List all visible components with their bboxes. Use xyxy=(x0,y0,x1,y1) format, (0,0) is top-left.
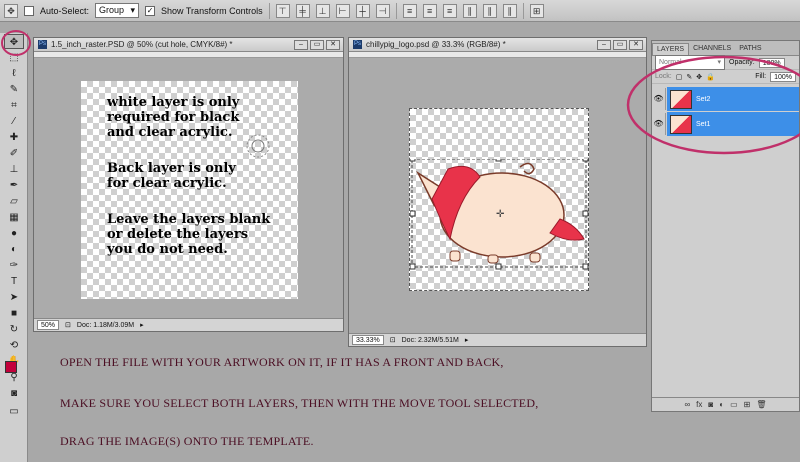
note-white-layer: white layer is only required for black a… xyxy=(107,95,240,140)
layer-name[interactable]: Set1 xyxy=(696,121,710,128)
distribute-vcenter-icon[interactable]: ≡ xyxy=(422,3,437,18)
show-transform-checkbox[interactable]: ✓ xyxy=(145,5,156,16)
instruction-line-3: DRAG THE IMAGE(S) ONTO THE TEMPLATE. xyxy=(60,434,314,448)
maximize-button[interactable]: ▭ xyxy=(613,39,627,50)
document-window-raster[interactable]: Ps 1.5_inch_raster.PSD @ 50% (cut hole, … xyxy=(33,37,344,332)
instruction-line-1: OPEN THE FILE WITH YOUR ARTWORK ON IT, I… xyxy=(60,355,504,369)
screen-mode-icon[interactable]: ▭ xyxy=(4,404,24,419)
layer-style-icon[interactable]: fx xyxy=(696,400,702,409)
cut-hole-marker xyxy=(246,134,270,158)
align-hcenter-icon[interactable]: ┼ xyxy=(355,3,370,18)
options-separator xyxy=(395,2,397,19)
healing-tool-icon[interactable]: ✚ xyxy=(4,130,24,145)
document-title: chillypig_logo.psd @ 33.3% (RGB/8#) * xyxy=(366,40,506,49)
options-bar: ✥ Auto-Select: Group ✓ Show Transform Co… xyxy=(0,0,800,22)
3d-rotate-tool-icon[interactable]: ↻ xyxy=(4,322,24,337)
foreground-color-swatch[interactable] xyxy=(5,361,17,373)
instruction-line-2: MAKE SURE YOU SELECT BOTH LAYERS, THEN W… xyxy=(60,396,539,410)
layer-thumbnail xyxy=(670,114,692,134)
auto-select-checkbox[interactable] xyxy=(24,5,34,16)
options-separator xyxy=(268,2,270,19)
move-tool-preset-icon[interactable]: ✥ xyxy=(4,3,18,18)
align-left-icon[interactable]: ⊢ xyxy=(335,3,350,18)
auto-select-label: Auto-Select: xyxy=(40,5,90,16)
pen-tool-icon[interactable]: ✑ xyxy=(4,258,24,273)
shape-tool-icon[interactable]: ■ xyxy=(4,306,24,321)
canvas-area[interactable]: ✛ xyxy=(349,58,646,333)
document-title: 1.5_inch_raster.PSD @ 50% (cut hole, CMY… xyxy=(51,40,233,49)
distribute-bottom-icon[interactable]: ≡ xyxy=(442,3,457,18)
new-group-icon[interactable]: ▭ xyxy=(730,400,738,409)
close-button[interactable]: ✕ xyxy=(326,39,340,50)
document-canvas[interactable]: white layer is only required for black a… xyxy=(81,81,298,299)
quick-mask-icon[interactable]: ◙ xyxy=(4,386,24,401)
status-arrow-icon[interactable]: ▸ xyxy=(465,336,469,344)
layer-name[interactable]: Set2 xyxy=(696,96,710,103)
maximize-button[interactable]: ▭ xyxy=(310,39,324,50)
note-blank-layers: Leave the layers blank or delete the lay… xyxy=(107,212,271,257)
status-arrow-icon[interactable]: ▸ xyxy=(140,321,144,329)
toolbox: ✥ ⬚ ℓ ✎ ⌗ ⁄ ✚ ✐ ⊥ ✒ ▱ ▦ ● ◐ ✑ T ➤ ■ ↻ ⟲ … xyxy=(0,33,28,462)
ps-doc-icon: Ps xyxy=(38,40,47,49)
gradient-tool-icon[interactable]: ▦ xyxy=(4,210,24,225)
document-title-bar[interactable]: Ps chillypig_logo.psd @ 33.3% (RGB/8#) *… xyxy=(349,38,646,52)
auto-align-icon[interactable]: ⊞ xyxy=(529,3,544,18)
document-canvas[interactable]: ✛ xyxy=(409,108,589,291)
status-icon[interactable]: ⊡ xyxy=(390,336,396,344)
doc-info: Doc: 1.18M/3.09M xyxy=(76,321,135,329)
auto-select-dropdown[interactable]: Group xyxy=(95,3,140,18)
doc-info: Doc: 2.32M/5.51M xyxy=(401,336,459,344)
quick-select-tool-icon[interactable]: ✎ xyxy=(4,82,24,97)
zoom-field[interactable]: 33.33% xyxy=(352,335,384,345)
layers-highlight-circle xyxy=(626,55,800,155)
new-layer-icon[interactable]: ⊞ xyxy=(744,400,751,409)
eyedropper-tool-icon[interactable]: ⁄ xyxy=(4,114,24,129)
svg-text:✛: ✛ xyxy=(496,209,505,220)
distribute-right-icon[interactable]: ∥ xyxy=(502,3,517,18)
align-bottom-icon[interactable]: ⊥ xyxy=(315,3,330,18)
layer-mask-icon[interactable]: ◙ xyxy=(708,400,713,409)
3d-camera-tool-icon[interactable]: ⟲ xyxy=(4,338,24,353)
eraser-tool-icon[interactable]: ▱ xyxy=(4,194,24,209)
distribute-left-icon[interactable]: ∥ xyxy=(462,3,477,18)
blur-tool-icon[interactable]: ● xyxy=(4,226,24,241)
minimize-button[interactable]: – xyxy=(597,39,611,50)
ps-doc-icon: Ps xyxy=(353,40,362,49)
layer-thumbnail xyxy=(670,89,692,109)
status-icon[interactable]: ⊡ xyxy=(65,321,71,329)
link-layers-icon[interactable]: ∞ xyxy=(684,400,690,409)
close-button[interactable]: ✕ xyxy=(629,39,643,50)
canvas-area[interactable]: white layer is only required for black a… xyxy=(34,58,343,318)
chillypig-artwork: ✛ xyxy=(410,159,589,270)
type-tool-icon[interactable]: T xyxy=(4,274,24,289)
options-separator xyxy=(522,2,524,19)
history-brush-tool-icon[interactable]: ✒ xyxy=(4,178,24,193)
dodge-tool-icon[interactable]: ◐ xyxy=(4,242,24,257)
layers-panel-footer: ∞ fx ◙ ◐ ▭ ⊞ 🗑 xyxy=(652,397,799,411)
brush-tool-icon[interactable]: ✐ xyxy=(4,146,24,161)
distribute-hcenter-icon[interactable]: ∥ xyxy=(482,3,497,18)
distribute-top-icon[interactable]: ≡ xyxy=(402,3,417,18)
align-right-icon[interactable]: ⊣ xyxy=(375,3,390,18)
document-status-bar: 50% ⊡ Doc: 1.18M/3.09M ▸ xyxy=(34,318,343,331)
minimize-button[interactable]: – xyxy=(294,39,308,50)
delete-layer-icon[interactable]: 🗑 xyxy=(756,400,766,409)
adjustment-layer-icon[interactable]: ◐ xyxy=(719,400,724,409)
show-transform-label: Show Transform Controls xyxy=(161,5,263,16)
align-vcenter-icon[interactable]: ╪ xyxy=(295,3,310,18)
note-back-layer: Back layer is only for clear acrylic. xyxy=(107,161,236,191)
document-title-bar[interactable]: Ps 1.5_inch_raster.PSD @ 50% (cut hole, … xyxy=(34,38,343,52)
crop-tool-icon[interactable]: ⌗ xyxy=(4,98,24,113)
move-tool-highlight-circle xyxy=(1,30,31,56)
align-top-icon[interactable]: ⊤ xyxy=(275,3,290,18)
lasso-tool-icon[interactable]: ℓ xyxy=(4,66,24,81)
stamp-tool-icon[interactable]: ⊥ xyxy=(4,162,24,177)
path-select-tool-icon[interactable]: ➤ xyxy=(4,290,24,305)
document-status-bar: 33.33% ⊡ Doc: 2.32M/5.51M ▸ xyxy=(349,333,646,346)
document-window-chillypig[interactable]: Ps chillypig_logo.psd @ 33.3% (RGB/8#) *… xyxy=(348,37,647,347)
zoom-field[interactable]: 50% xyxy=(37,320,60,330)
